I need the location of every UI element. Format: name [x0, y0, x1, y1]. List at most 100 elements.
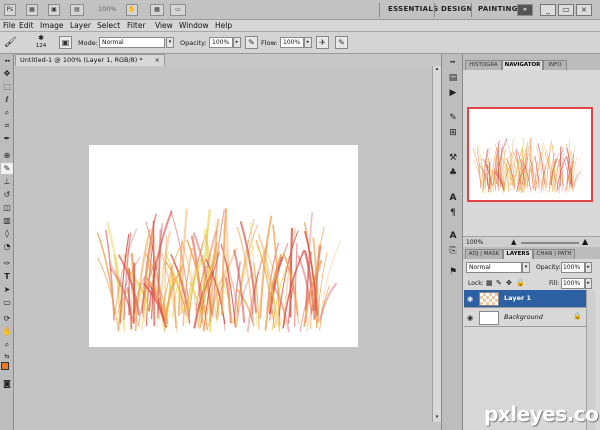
healing-brush-tool-icon[interactable]: ⊕ — [1, 150, 13, 161]
brush-tool-preset-icon[interactable]: 🖌 — [4, 37, 24, 49]
quick-selection-tool-icon[interactable]: ⌕ — [1, 107, 13, 118]
scroll-down-icon[interactable]: ▾ — [433, 414, 441, 422]
tab-adjustments-masks[interactable]: ADJ | MASK — [465, 249, 503, 259]
character-panel-icon[interactable]: A — [446, 192, 460, 205]
canvas[interactable] — [89, 145, 358, 347]
zoom-tool-icon[interactable]: ⌕ — [1, 339, 13, 350]
workspace-essentials[interactable]: ESSENTIALS — [388, 5, 439, 13]
mode-select[interactable]: Normal — [99, 37, 165, 48]
mini-bridge-icon[interactable]: ▣ — [48, 4, 60, 16]
swatches-panel-icon[interactable]: ♣ — [446, 167, 460, 180]
navigator-zoom-value[interactable]: 100% — [466, 239, 483, 246]
tab-histogram[interactable]: HISTOGRA — [465, 60, 502, 70]
opacity-input[interactable]: 100% — [209, 37, 233, 48]
menu-window[interactable]: Window — [179, 21, 209, 31]
hand-tool-icon[interactable]: ✋ — [1, 326, 13, 337]
vertical-scrollbar[interactable]: ▴ ▾ — [432, 66, 441, 422]
paragraph-panel-icon[interactable]: ¶ — [446, 207, 460, 220]
tab-navigator[interactable]: NAVIGATOR — [502, 60, 543, 70]
menu-file[interactable]: File — [3, 21, 16, 31]
workspace-painting[interactable]: PAINTING — [478, 5, 518, 13]
fill-arrow-icon[interactable]: ▸ — [585, 278, 592, 289]
menu-help[interactable]: Help — [215, 21, 232, 31]
marquee-tool-icon[interactable]: ⬚ — [1, 81, 13, 92]
menu-image[interactable]: Image — [40, 21, 64, 31]
tool-presets-panel-icon[interactable]: ⚒ — [446, 152, 460, 165]
fill-input[interactable]: 100% — [561, 278, 585, 289]
menu-filter[interactable]: Filter — [127, 21, 146, 31]
screen-mode-icon[interactable]: ▭ — [170, 4, 186, 16]
lock-position-icon[interactable]: ✥ — [506, 279, 512, 287]
animation-panel-icon[interactable]: ⎘ — [446, 245, 460, 258]
brush-presets-panel-icon[interactable]: ✎ — [446, 112, 460, 125]
tablet-pressure-size-icon[interactable]: ✎ — [335, 36, 348, 49]
document-tab[interactable]: Untitled-1 @ 100% (Layer 1, RGB/8) * × — [15, 54, 165, 66]
menu-edit[interactable]: Edit — [19, 21, 34, 31]
brush-size-picker[interactable]: ✱ 124 — [33, 34, 49, 52]
eyedropper-tool-icon[interactable]: ✒ — [1, 133, 13, 144]
visibility-eye-icon[interactable]: ◉ — [467, 314, 473, 322]
styles-panel-icon[interactable]: ⚑ — [446, 266, 460, 279]
workspace-design[interactable]: DESIGN — [441, 5, 473, 13]
opacity-slider-arrow-icon[interactable]: ▸ — [233, 37, 241, 48]
foreground-color-swatch[interactable] — [1, 362, 9, 370]
actions-panel-icon[interactable]: ▶ — [446, 87, 460, 100]
restore-button[interactable]: ▭ — [558, 4, 574, 16]
mode-dropdown-arrow-icon[interactable]: ▾ — [166, 37, 174, 48]
tab-channels-paths[interactable]: CHAN | PATH — [533, 249, 575, 259]
quick-mask-icon[interactable]: ◙ — [1, 378, 13, 389]
arrange-documents-icon[interactable]: ▦ — [150, 4, 164, 16]
tab-layers[interactable]: LAYERS — [503, 249, 533, 259]
type-tool-icon[interactable]: T — [1, 271, 13, 282]
swap-colors-icon[interactable]: ⇆ — [1, 351, 13, 362]
dodge-tool-icon[interactable]: ◔ — [1, 241, 13, 252]
lock-pixels-icon[interactable]: ✎ — [496, 279, 502, 287]
clone-source-panel-icon[interactable]: ⊞ — [446, 127, 460, 140]
ps-logo-icon[interactable]: Ps — [4, 4, 16, 16]
tools-collapse-icon[interactable]: ◂◂ — [1, 56, 13, 67]
path-selection-tool-icon[interactable]: ➤ — [1, 284, 13, 295]
shape-tool-icon[interactable]: ▭ — [1, 297, 13, 308]
layer-opacity-arrow-icon[interactable]: ▸ — [585, 262, 592, 273]
3d-rotate-tool-icon[interactable]: ⟳ — [1, 313, 13, 324]
tab-info[interactable]: INFO — [543, 60, 567, 70]
dock-expand-icon[interactable]: ▸▸ — [446, 56, 460, 69]
more-workspaces-button[interactable]: » — [517, 4, 533, 16]
flow-input[interactable]: 100% — [280, 37, 304, 48]
layer-row-background[interactable]: ◉ Background 🔒 — [464, 309, 586, 327]
history-panel-icon[interactable]: ▤ — [446, 72, 460, 85]
blur-tool-icon[interactable]: ◊ — [1, 228, 13, 239]
blend-mode-select[interactable]: Normal — [466, 262, 522, 273]
flow-slider-arrow-icon[interactable]: ▸ — [304, 37, 312, 48]
tablet-pressure-opacity-icon[interactable]: ✎ — [245, 36, 258, 49]
hand-tool-icon[interactable]: ✋ — [126, 4, 138, 16]
lasso-tool-icon[interactable]: ℓ — [1, 94, 13, 105]
minimize-button[interactable]: _ — [540, 4, 556, 16]
eraser-tool-icon[interactable]: ◫ — [1, 202, 13, 213]
scroll-up-icon[interactable]: ▴ — [433, 66, 441, 74]
zoom-level[interactable]: 100% — [98, 5, 117, 13]
lock-all-icon[interactable]: 🔒 — [516, 279, 525, 287]
3d-panel-icon[interactable]: A — [446, 230, 460, 243]
layer-row-layer-1[interactable]: ◉ Layer 1 — [464, 290, 586, 308]
crop-tool-icon[interactable]: ⌗ — [1, 120, 13, 131]
zoom-out-icon[interactable]: ▲ — [511, 238, 516, 246]
pen-tool-icon[interactable]: ✑ — [1, 258, 13, 269]
menu-layer[interactable]: Layer — [70, 21, 91, 31]
menu-select[interactable]: Select — [97, 21, 120, 31]
zoom-slider[interactable] — [521, 242, 579, 244]
clone-stamp-tool-icon[interactable]: ⊥ — [1, 176, 13, 187]
view-extras-icon[interactable]: ▤ — [70, 4, 84, 16]
lock-transparency-icon[interactable]: ▦ — [486, 279, 493, 287]
document-close-icon[interactable]: × — [155, 55, 160, 66]
blend-mode-arrow-icon[interactable]: ▾ — [522, 262, 530, 273]
close-button[interactable]: × — [576, 4, 592, 16]
airbrush-icon[interactable]: ✈ — [316, 36, 329, 49]
bridge-icon[interactable]: ▦ — [26, 4, 38, 16]
gradient-tool-icon[interactable]: ▥ — [1, 215, 13, 226]
history-brush-tool-icon[interactable]: ↺ — [1, 189, 13, 200]
visibility-eye-icon[interactable]: ◉ — [467, 295, 473, 303]
brush-tool-icon[interactable]: ✎ — [1, 163, 13, 174]
navigator-view-box[interactable] — [467, 107, 593, 202]
layer-opacity-input[interactable]: 100% — [561, 262, 585, 273]
